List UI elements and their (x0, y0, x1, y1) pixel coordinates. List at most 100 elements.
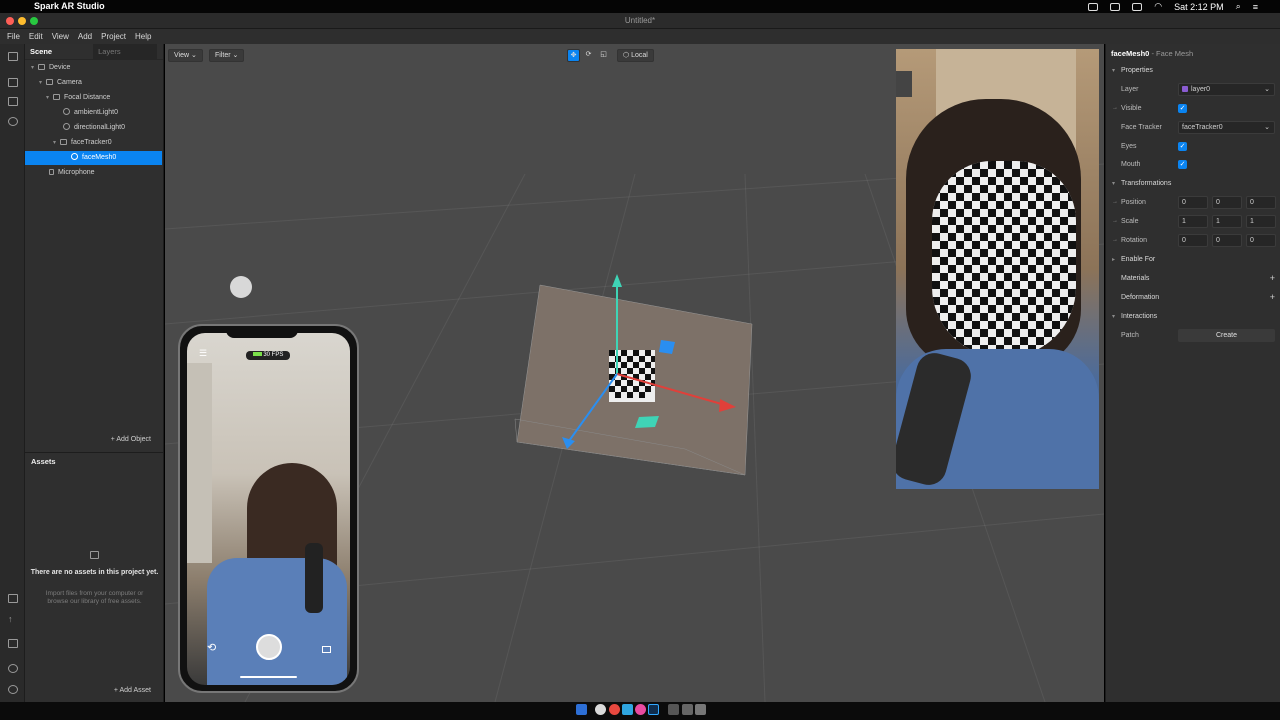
tree-item-face-tracker[interactable]: ▾ faceTracker0 (25, 136, 162, 150)
control-center-icon[interactable]: ≡ (1253, 2, 1258, 12)
expand-arrow-icon[interactable]: ▾ (31, 61, 38, 75)
tree-item-ambient-light[interactable]: ambientLight0 (25, 106, 162, 120)
visible-checkbox[interactable]: ✓ (1178, 104, 1187, 113)
menu-help[interactable]: Help (135, 32, 151, 41)
rotation-row: → Rotation 0 0 0 (1106, 233, 1280, 249)
video-icon[interactable] (8, 78, 18, 87)
face-tracker-select[interactable]: faceTracker0 ⌄ (1178, 121, 1275, 134)
rotate-tool-button[interactable]: ⟳ (582, 49, 595, 62)
add-asset-button[interactable]: + Add Asset (114, 687, 151, 694)
menu-view[interactable]: View (52, 32, 69, 41)
expand-arrow-icon: ▸ (1112, 257, 1116, 263)
rotation-x-field[interactable]: 0 (1178, 234, 1208, 247)
app-name-menu[interactable]: Spark AR Studio (34, 1, 105, 11)
patch-row: Patch Create (1106, 328, 1280, 344)
tree-item-microphone[interactable]: Microphone (25, 166, 162, 180)
poster-graphic (896, 71, 912, 97)
device-simulator[interactable]: ☰ 30 FPS ⟲ (178, 324, 359, 693)
display-icon[interactable] (1110, 2, 1121, 11)
folder-icon (90, 551, 99, 559)
wifi-icon[interactable]: ◠ (1154, 1, 1162, 12)
folder-icon[interactable] (8, 639, 18, 648)
position-y-field[interactable]: 0 (1212, 196, 1242, 209)
scale-icon: ◱ (600, 51, 607, 58)
create-patch-button[interactable]: Create (1178, 329, 1275, 342)
app-window-icon[interactable] (682, 704, 693, 715)
scale-row: → Scale 1 1 1 (1106, 214, 1280, 230)
spark-ar-icon[interactable] (668, 704, 679, 715)
filter-dropdown[interactable]: Filter ⌄ (209, 49, 245, 62)
menu-project[interactable]: Project (101, 32, 126, 41)
tree-item-camera[interactable]: ▾ Camera (25, 76, 162, 90)
layout-icon[interactable] (8, 52, 18, 61)
add-object-button[interactable]: + Add Object (111, 436, 151, 443)
refresh-icon[interactable] (8, 117, 18, 126)
light-icon (63, 108, 70, 115)
bug-icon[interactable] (8, 664, 18, 673)
upload-icon[interactable]: ↑ (8, 614, 18, 624)
tree-item-device[interactable]: ▾ Device (25, 61, 162, 75)
spotlight-search-icon[interactable]: ⌕ (1236, 1, 1241, 12)
tree-item-face-mesh[interactable]: faceMesh0 (25, 151, 162, 165)
move-tool-button[interactable]: ✥ (567, 49, 580, 62)
tree-item-directional-light[interactable]: directionalLight0 (25, 121, 162, 135)
scale-y-field[interactable]: 1 (1212, 215, 1242, 228)
keyframe-icon[interactable]: → (1112, 237, 1118, 243)
light-sphere[interactable] (230, 276, 252, 298)
mouth-checkbox[interactable]: ✓ (1178, 160, 1187, 169)
trash-icon[interactable] (695, 704, 706, 715)
expand-arrow-icon[interactable]: ▾ (53, 136, 60, 150)
add-material-button[interactable]: + (1270, 273, 1275, 283)
eyes-checkbox[interactable]: ✓ (1178, 142, 1187, 151)
selected-object-name: faceMesh0 (1111, 49, 1150, 58)
slack-icon[interactable] (635, 704, 646, 715)
view-dropdown[interactable]: View ⌄ (168, 49, 203, 62)
launchpad-icon[interactable] (595, 704, 606, 715)
gallery-icon[interactable] (322, 646, 331, 653)
battery-icon (252, 352, 262, 356)
tab-scene[interactable]: Scene (25, 44, 57, 60)
tree-item-focal-distance[interactable]: ▾ Focal Distance (25, 91, 162, 105)
photoshop-icon[interactable] (648, 704, 659, 715)
menu-file[interactable]: File (7, 32, 20, 41)
send-to-device-icon[interactable] (8, 594, 18, 603)
tab-layers[interactable]: Layers (93, 43, 158, 60)
scale-z-field[interactable]: 1 (1246, 215, 1276, 228)
y-axis-handle[interactable] (612, 274, 622, 287)
position-x-field[interactable]: 0 (1178, 196, 1208, 209)
layer-select[interactable]: layer0 ⌄ (1178, 83, 1275, 96)
transformations-section[interactable]: ▾ Transformations (1106, 176, 1280, 192)
enable-for-section[interactable]: ▸ Enable For (1106, 252, 1280, 268)
collapse-arrow-icon: ▾ (1112, 181, 1116, 187)
finder-icon[interactable] (576, 704, 587, 715)
flip-camera-icon[interactable]: ⟲ (207, 641, 216, 654)
help-icon[interactable] (8, 685, 18, 694)
menu-edit[interactable]: Edit (29, 32, 43, 41)
scale-x-field[interactable]: 1 (1178, 215, 1208, 228)
macos-dock (0, 702, 1280, 720)
local-space-toggle[interactable]: ⬡ Local (617, 49, 654, 62)
expand-arrow-icon[interactable]: ▾ (46, 91, 53, 105)
airplay-icon[interactable] (1132, 2, 1143, 11)
keyframe-icon[interactable]: → (1112, 218, 1118, 224)
chrome-icon[interactable] (609, 704, 620, 715)
safari-icon[interactable] (622, 704, 633, 715)
interactions-section[interactable]: ▾ Interactions (1106, 309, 1280, 325)
properties-section[interactable]: ▾ Properties (1106, 63, 1280, 79)
keyframe-icon[interactable]: → (1112, 105, 1118, 111)
menubar-clock[interactable]: Sat 2:12 PM (1174, 2, 1224, 12)
screen-record-icon[interactable] (1088, 2, 1099, 11)
expand-arrow-icon[interactable]: ▾ (39, 76, 46, 90)
assets-panel-title: Assets (31, 457, 56, 466)
rotation-y-field[interactable]: 0 (1212, 234, 1242, 247)
rotation-z-field[interactable]: 0 (1246, 234, 1276, 247)
add-deformation-button[interactable]: + (1270, 292, 1275, 302)
scale-tool-button[interactable]: ◱ (597, 49, 610, 62)
keyframe-icon[interactable]: → (1112, 199, 1118, 205)
menu-add[interactable]: Add (78, 32, 92, 41)
menu-icon[interactable]: ☰ (199, 348, 207, 359)
position-z-field[interactable]: 0 (1246, 196, 1276, 209)
capture-button[interactable] (256, 634, 282, 660)
pause-icon[interactable] (8, 97, 18, 106)
checker-face-mesh (932, 161, 1076, 357)
